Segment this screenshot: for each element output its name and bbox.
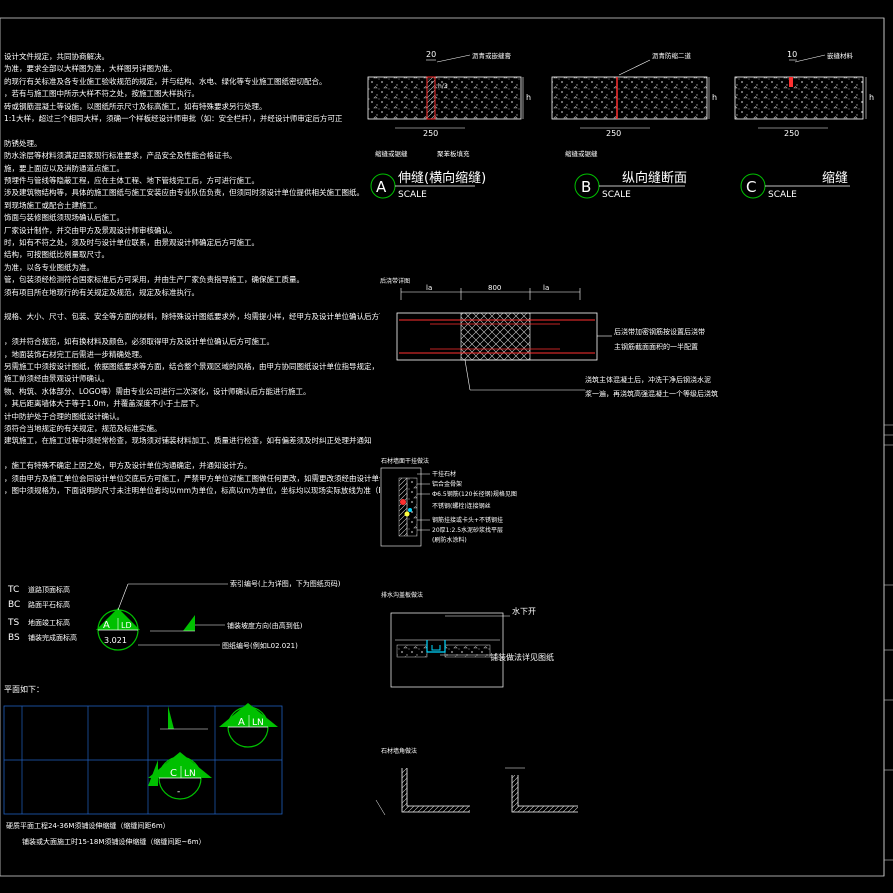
right-margin-ticks [884,424,893,861]
wall-label-3: Ф6.5钢筋(120长径钢)规格见图 [432,490,517,498]
pp-note-bottom-1: 浇筑主体混凝土后，冲洗干净后钢浇水泥 [585,375,711,384]
dim-800: 800 [488,284,501,292]
label-bl-b: 缩缝或锯缝 [565,149,598,158]
drain-title: 排水沟盖板做法 [381,591,423,599]
label-top-c: 嵌缝材料 [827,51,854,60]
dim-top-c: 10 [787,50,797,59]
slab-b [551,76,708,120]
legend-code-ts: TS [7,618,19,628]
joint-b-detail: 沥青防缩二道 250 缩缝或锯缝 h B 纵向缝断面 SCALE [551,51,717,200]
label-top-b: 沥青防缩二道 [652,51,692,60]
section-scale-a: SCALE [398,190,427,200]
legend-text-tc: 道路顶面标高 [28,585,70,594]
wall-label-1: 干挂石材 [432,470,456,478]
joint-c-detail: 10 嵌缝材料 250 h C 缩缝 SCALE [734,50,874,200]
label-bl-a: 缩缝或锯缝 [375,149,408,158]
slope-arrow [183,615,195,631]
joint-filler-a [426,76,436,120]
legend-code-bs: BS [8,633,20,643]
wall-label-4: 不锈钢(螺栓)连接钢丝 [432,502,491,510]
slab-c [734,76,864,120]
wall-label-2: 铝合金骨架 [432,480,462,488]
dim-h-c: h [869,93,874,102]
pp-note-right-2: 主钢筋截面面积的一半配置 [614,342,698,351]
section-scale-c: SCALE [768,190,797,200]
wall-label-5: 钢筋挂接或卡头+不锈钢挂 [432,516,503,524]
drain-label-top: 水下开 [512,606,536,616]
pp-note-right-1: 后浇带加密钢筋按设置后浇带 [614,327,705,336]
label-top-a: 沥青或嵌缝膏 [472,51,512,60]
legend-code-bc: BC [8,600,20,610]
legend: TC 道路顶面标高 BC 路面平石标高 TS 地面竣工标高 BS 铺装完成面标高… [4,579,341,694]
legend-text-bs: 铺装完成面标高 [28,633,77,642]
plan-note-1: 硬质平面工程24-36M须铺设伸缩缝（缩缝间距6m） [6,821,170,830]
plan-sym1-letter: A [238,717,245,728]
dim-h-a: h [526,93,531,102]
callout-slope: 铺装坡度方向(由高到低) [227,621,303,630]
wall-label-6: 20厚1:2.5水泥砂浆找平层 [432,526,503,534]
plan-sym2-ref: - [177,787,180,797]
legend-text-bc: 路面平石标高 [28,600,70,609]
stone-wall-detail: 石材墙面干挂做法 干挂石材 铝合金骨架 Ф6.5钢筋(120长径钢)规格见图 不… [380,457,517,547]
drain-detail: 排水沟盖板做法 水下开 铺装做法详见图纸 [381,591,554,688]
joint-filler-c [789,77,793,87]
plan-sym1-code: LN [252,718,264,728]
drain-label-mid: 铺装做法详见图纸 [490,652,554,662]
section-letter-b: B [581,178,591,196]
section-scale-b: SCALE [602,190,631,200]
wall-label-7: (刷防水涂料) [432,536,467,544]
index-letter: A [103,620,110,631]
dim-top-a: 20 [426,50,436,59]
legend-code-tc: TC [7,585,19,595]
post-pour-title: 后浇带详图 [380,277,410,285]
wall-stone [398,477,408,537]
joint-a-detail: 20 沥青或嵌缝膏 250 缩缝或锯缝 聚苯板填充 h h/3 A 伸缝(横向缩… [367,50,531,200]
dim-bottom-b: 250 [606,129,621,138]
dim-bottom-a: 250 [423,129,438,138]
dim-la-right: la [543,284,549,292]
section-letter-c: C [746,178,756,196]
plan-demo: A LN C LN - 硬质平面工程24-36M须铺设伸缩缝（缩缝间距6m） 铺… [3,703,283,846]
section-title-a: 伸缝(横向缩缝) [398,170,486,186]
plan-note-2: 铺装或大面施工时15-18M须铺设伸缩缝（缩缝间距~6m） [22,837,206,846]
corner-detail: 石材墙角做法 [375,747,578,816]
dim-la-left: la [426,284,432,292]
index-ref: 3.021 [104,636,127,645]
index-code: LD [121,621,132,630]
callout-index: 索引编号(上为详图，下为图纸页码) [230,579,341,588]
dim-bottom-c: 250 [784,129,799,138]
dim-h2-a: h/3 [438,83,448,90]
section-title-b: 纵向缝断面 [622,170,687,186]
sheet-frame [0,17,885,877]
section-title-c: 缩缝 [822,170,848,186]
plan-label: 平面如下： [4,684,44,694]
label-br-a: 聚苯板填充 [437,149,470,158]
pp-note-bottom-2: 浆一遍，再浇筑高强混凝土一个等级后浇筑 [585,389,718,398]
post-pour-strip-detail: 后浇带详图 la 800 la 后浇带加密钢筋按设置后浇带 主钢筋截面面积的一半… [380,277,718,398]
legend-text-ts: 地面竣工标高 [28,618,70,627]
corner-title: 石材墙角做法 [381,747,417,755]
wall-title: 石材墙面干挂做法 [381,457,429,465]
callout-sheet: 图纸编号(例如L02.021) [222,641,298,650]
dim-h-b: h [712,93,717,102]
plan-sym2-code: LN [184,769,196,779]
section-letter-a: A [376,178,387,196]
drawing-canvas: 20 沥青或嵌缝膏 250 缩缝或锯缝 聚苯板填充 h h/3 A 伸缝(横向缩… [0,17,893,877]
plan-sym2-letter: C [170,768,177,779]
